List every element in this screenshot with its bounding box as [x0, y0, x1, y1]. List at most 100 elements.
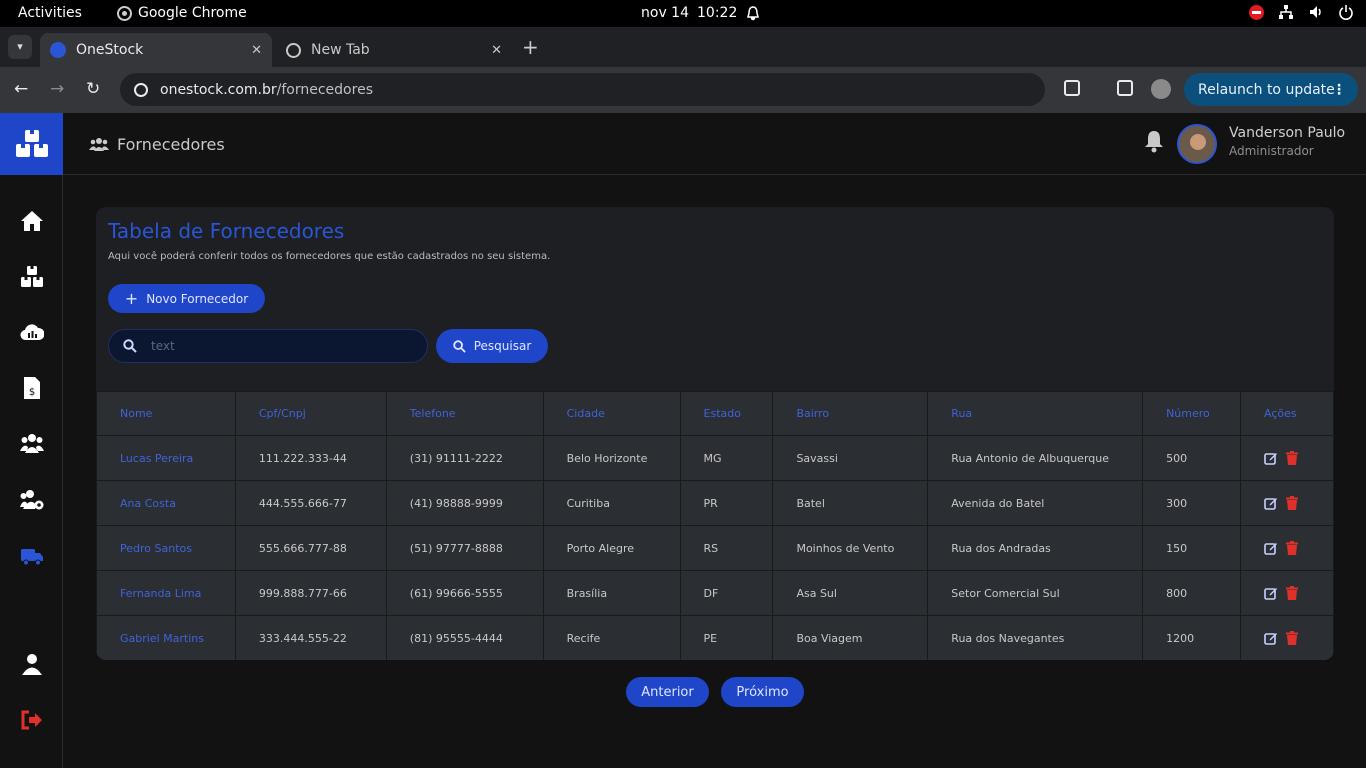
table-cell: Recife — [542, 615, 681, 660]
actions-cell — [1240, 480, 1334, 526]
svg-text:$: $ — [29, 387, 35, 398]
column-header[interactable]: Estado — [679, 391, 774, 436]
table-header-row: Nome Cpf/Cnpj Telefone Cidade Estado Bai… — [96, 391, 1334, 436]
invoice-icon[interactable]: $ — [20, 376, 44, 400]
app-header: Fornecedores Vanderson Paulo Administrad… — [63, 113, 1366, 175]
tab-new-tab[interactable]: New Tab ✕ — [276, 33, 512, 67]
next-page-button[interactable]: Próximo — [721, 677, 804, 707]
table-row: Fernanda Lima 999.888.777-66 (61) 99666-55… — [96, 570, 1334, 616]
table-cell[interactable]: Fernanda Lima — [96, 570, 236, 616]
previous-page-button[interactable]: Anterior — [626, 677, 709, 707]
edit-icon[interactable] — [1264, 451, 1278, 465]
card-title: Tabela de Fornecedores — [108, 219, 345, 243]
power-icon — [1339, 5, 1353, 20]
table-cell: 444.555.666-77 — [234, 480, 387, 526]
cloud-chart-icon[interactable] — [20, 320, 44, 344]
users-gear-icon[interactable] — [20, 488, 44, 512]
column-header[interactable]: Cpf/Cnpj — [234, 391, 387, 436]
suppliers-table: Nome Cpf/Cnpj Telefone Cidade Estado Bai… — [96, 391, 1334, 660]
column-header: Ações — [1240, 391, 1334, 436]
profile-avatar[interactable] — [1151, 79, 1171, 99]
column-header[interactable]: Nome — [96, 391, 236, 436]
table-cell: Rua dos Andradas — [927, 525, 1144, 571]
page-heading: Fornecedores — [89, 135, 225, 154]
relaunch-to-update-button[interactable]: Relaunch to update ⋮ — [1184, 73, 1358, 106]
table-cell: PE — [679, 615, 774, 660]
delete-trash-icon[interactable] — [1286, 631, 1299, 645]
table-cell[interactable]: Lucas Pereira — [96, 435, 236, 481]
delete-trash-icon[interactable] — [1286, 451, 1299, 465]
column-header[interactable]: Telefone — [385, 391, 544, 436]
user-name[interactable]: Vanderson Paulo — [1229, 125, 1345, 141]
column-header[interactable]: Número — [1142, 391, 1242, 436]
truck-icon[interactable] — [20, 544, 44, 568]
table-cell: Savassi — [772, 435, 929, 481]
delete-trash-icon[interactable] — [1286, 541, 1299, 555]
table-cell: 999.888.777-66 — [234, 570, 387, 616]
close-tab-icon[interactable]: ✕ — [491, 43, 502, 58]
table-cell: Setor Comercial Sul — [927, 570, 1144, 616]
actions-cell — [1240, 570, 1334, 616]
new-supplier-button[interactable]: + Novo Fornecedor — [108, 284, 265, 313]
table-cell: Rua Antonio de Albuquerque — [927, 435, 1144, 481]
table-cell[interactable]: Ana Costa — [96, 480, 236, 526]
edit-icon[interactable] — [1264, 496, 1278, 510]
user-role: Administrador — [1229, 144, 1314, 158]
forward-arrow-icon[interactable]: → — [50, 79, 64, 99]
sidebar: $ — [0, 175, 63, 768]
do-not-disturb-icon[interactable] — [1249, 4, 1264, 20]
table-cell: 300 — [1142, 480, 1242, 526]
edit-icon[interactable] — [1264, 586, 1278, 600]
logout-icon[interactable] — [20, 708, 44, 732]
card-subtitle: Aqui você poderá conferir todos os forne… — [108, 251, 551, 262]
table-cell: Brasília — [542, 570, 681, 616]
tab-onestock[interactable]: OneStock ✕ — [40, 33, 272, 67]
table-cell: Rua dos Navegantes — [927, 615, 1144, 660]
site-info-icon[interactable] — [134, 82, 148, 97]
boxes-icon[interactable] — [20, 265, 44, 289]
table-cell: Batel — [772, 480, 929, 526]
table-cell: (81) 95555-4444 — [385, 615, 544, 660]
reload-icon[interactable]: ↻ — [86, 79, 100, 99]
notification-bell-icon[interactable] — [1143, 129, 1165, 153]
activities-button[interactable]: Activities — [18, 5, 82, 21]
table-cell[interactable]: Gabriel Martins — [96, 615, 236, 660]
actions-cell — [1240, 525, 1334, 571]
column-header[interactable]: Bairro — [772, 391, 929, 436]
search-input[interactable] — [151, 339, 391, 353]
address-bar[interactable]: onestock.com.br/fornecedores — [120, 73, 1045, 106]
table-row: Ana Costa 444.555.666-77 (41) 98888-9999 Cu… — [96, 480, 1334, 526]
system-top-bar: Activities Google Chrome nov 14 10:22 — [0, 0, 1366, 27]
column-header[interactable]: Cidade — [542, 391, 681, 436]
close-tab-icon[interactable]: ✕ — [251, 43, 262, 58]
system-tray[interactable] — [1249, 4, 1354, 20]
new-tab-plus-icon[interactable]: + — [522, 35, 539, 59]
users-nav-icon[interactable] — [20, 432, 44, 456]
table-cell: (61) 99666-5555 — [385, 570, 544, 616]
extensions-icon[interactable] — [1064, 80, 1080, 96]
onestock-logo[interactable] — [0, 113, 63, 175]
table-cell: DF — [679, 570, 774, 616]
search-button[interactable]: Pesquisar — [436, 329, 548, 363]
side-panel-icon[interactable] — [1117, 80, 1133, 96]
delete-trash-icon[interactable] — [1286, 496, 1299, 510]
relaunch-label: Relaunch to update — [1198, 81, 1335, 98]
clock[interactable]: nov 14 10:22 — [641, 5, 761, 21]
edit-icon[interactable] — [1264, 541, 1278, 555]
suppliers-card: Tabela de Fornecedores Aqui você poderá … — [96, 207, 1334, 660]
chrome-icon — [117, 5, 132, 21]
edit-icon[interactable] — [1264, 631, 1278, 645]
table-cell: Belo Horizonte — [542, 435, 681, 481]
tab-search-button[interactable]: ▾ — [8, 35, 32, 59]
table-cell[interactable]: Pedro Santos — [96, 525, 236, 571]
user-avatar[interactable] — [1177, 124, 1217, 164]
app-menu[interactable]: Google Chrome — [117, 5, 247, 21]
column-header[interactable]: Rua — [927, 391, 1144, 436]
delete-trash-icon[interactable] — [1286, 586, 1299, 600]
more-menu-icon[interactable]: ⋮ — [1332, 82, 1346, 98]
back-arrow-icon[interactable]: ← — [14, 79, 28, 99]
user-profile-icon[interactable] — [20, 652, 44, 676]
home-icon[interactable] — [20, 209, 44, 233]
search-field[interactable] — [108, 329, 428, 363]
table-cell: 1200 — [1142, 615, 1242, 660]
